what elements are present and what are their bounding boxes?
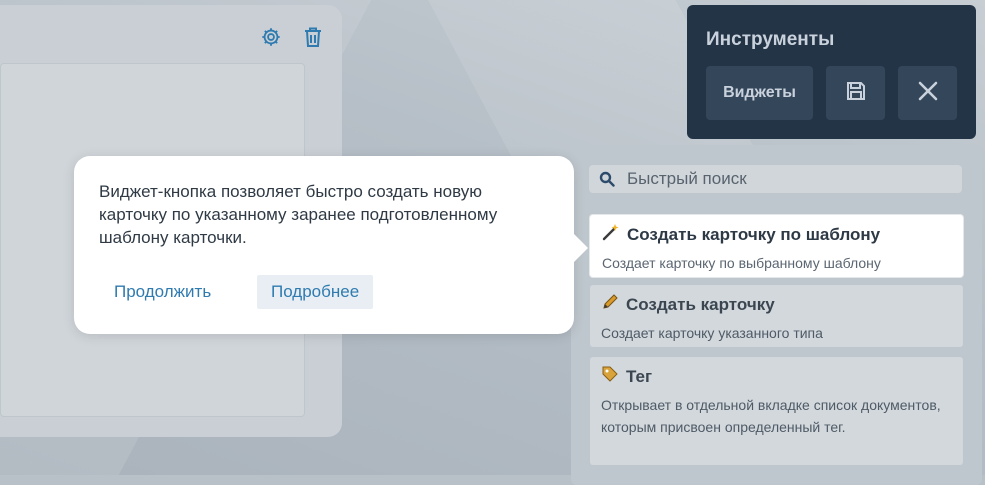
list-item-title: Создать карточку xyxy=(601,293,952,316)
pencil-icon xyxy=(601,293,619,316)
trash-icon[interactable] xyxy=(299,23,327,51)
search-icon xyxy=(589,171,625,187)
magic-wand-icon xyxy=(602,223,620,246)
continue-button[interactable]: Продолжить xyxy=(100,275,225,309)
list-item-tag[interactable]: Тег Открывает в отдельной вкладке список… xyxy=(590,357,963,465)
tools-title: Инструменты xyxy=(706,29,835,50)
list-item-description: Создает карточку указанного типа xyxy=(601,325,823,341)
widget-list-panel: Создать карточку по шаблону Создает карт… xyxy=(571,145,982,485)
item-title-text: Создать карточку по шаблону xyxy=(627,224,881,244)
widgets-button[interactable]: Виджеты xyxy=(706,66,813,120)
details-button[interactable]: Подробнее xyxy=(257,275,374,309)
tooltip-text: Виджет-кнопка позволяет быстро создать н… xyxy=(99,182,498,247)
search-input[interactable] xyxy=(625,168,949,190)
item-title-text: Создать карточку xyxy=(626,294,775,314)
save-button[interactable] xyxy=(826,66,885,120)
list-item-create-card[interactable]: Создать карточку Создает карточку указан… xyxy=(590,285,963,347)
close-button[interactable] xyxy=(898,66,957,120)
floppy-disk-icon xyxy=(845,80,867,107)
search-box[interactable] xyxy=(589,165,962,193)
tag-icon xyxy=(601,365,619,388)
list-item-title: Создать карточку по шаблону xyxy=(602,223,951,246)
list-item-description: Открывает в отдельной вкладке список док… xyxy=(601,397,941,435)
list-item-create-card-from-template[interactable]: Создать карточку по шаблону Создает карт… xyxy=(590,215,963,277)
onboarding-tooltip: Виджет-кнопка позволяет быстро создать н… xyxy=(74,156,574,334)
tooltip-arrow xyxy=(574,234,588,262)
tools-panel: Инструменты Виджеты xyxy=(687,5,976,139)
close-icon xyxy=(917,80,939,107)
gear-icon[interactable] xyxy=(257,23,285,51)
item-title-text: Тег xyxy=(626,366,653,386)
list-item-description: Создает карточку по выбранному шаблону xyxy=(602,255,881,271)
list-item-title: Тег xyxy=(601,365,952,388)
